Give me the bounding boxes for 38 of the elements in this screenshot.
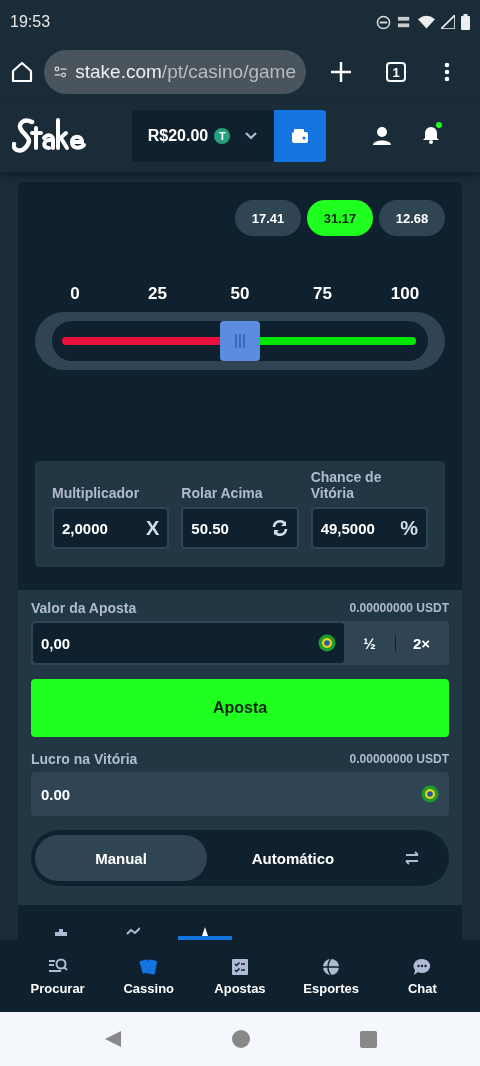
scale-label: 50 — [229, 284, 251, 304]
stat-field[interactable]: 50.50 — [181, 507, 299, 549]
field-label: Lucro na Vitória — [31, 751, 138, 767]
nav-item[interactable]: Esportes — [291, 956, 372, 996]
nav-item[interactable]: Chat — [382, 956, 463, 996]
half-button[interactable]: ½ — [344, 623, 395, 663]
field-label: Chance de Vitória — [310, 469, 383, 501]
result-pill: 17.41 — [235, 200, 301, 236]
url-text: stake.com/pt/casino/game — [75, 61, 296, 83]
scale-label: 25 — [147, 284, 168, 304]
field-label: Valor da Aposta — [31, 600, 137, 616]
usdt-balance: 0.00000000 USDT — [349, 601, 449, 615]
scale-label: 100 — [389, 284, 421, 304]
nav-item[interactable]: Procurar — [17, 956, 98, 996]
stat-field[interactable]: 2,0000 X — [52, 507, 170, 549]
bet-button[interactable]: Aposta — [31, 679, 449, 737]
mode-tab[interactable]: Automático — [207, 835, 379, 881]
double-button[interactable]: 2× — [396, 623, 447, 663]
tether-coin-icon: T — [214, 128, 231, 144]
mode-tab[interactable]: Manual — [35, 835, 207, 881]
usdt-balance: 0.00000000 USDT — [349, 752, 449, 766]
address-bar[interactable]: stake.com/pt/casino/game — [44, 50, 306, 94]
field-label: Rolar Acima — [181, 485, 264, 501]
nav-item[interactable]: Cassino — [108, 956, 189, 996]
bet-amount-field[interactable]: 0,00 — [33, 623, 344, 663]
clock: 19:53 — [10, 13, 51, 31]
balance-selector[interactable]: R$20.00 T — [132, 110, 274, 162]
unit-symbol: % — [400, 516, 418, 540]
scale-label: 0 — [69, 284, 81, 304]
nav-item[interactable]: Apostas — [199, 956, 280, 996]
unit-symbol: X — [146, 516, 160, 540]
result-pill: 31.17 — [307, 200, 373, 236]
tab-count[interactable]: 1 — [386, 62, 406, 82]
stat-field[interactable]: 49,5000 % — [310, 507, 428, 549]
profit-field: 0.00 — [31, 772, 449, 816]
result-pill: 12.68 — [379, 200, 445, 236]
field-label: Multiplicador — [52, 485, 141, 501]
scale-label: 75 — [312, 284, 333, 304]
